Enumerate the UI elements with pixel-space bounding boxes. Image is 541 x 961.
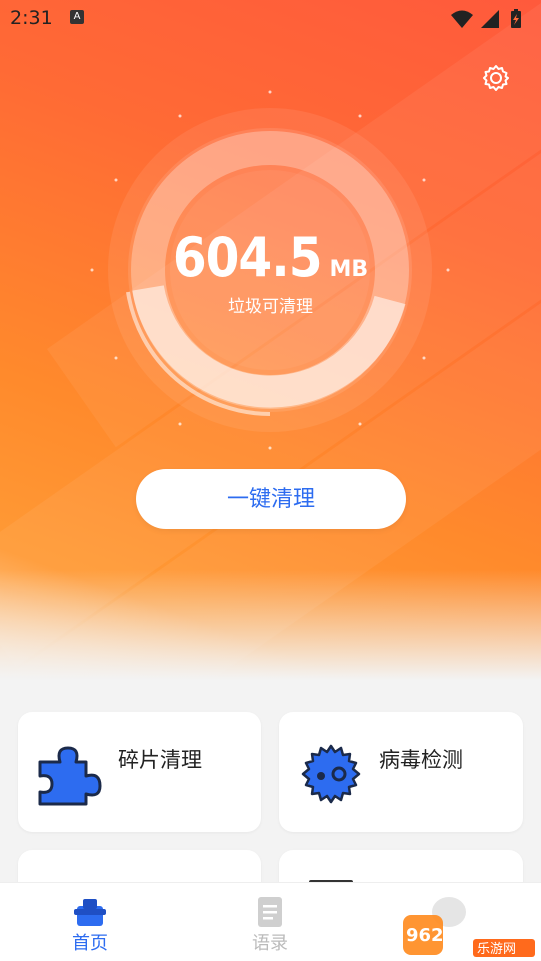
settings-gear-icon[interactable]: [482, 64, 510, 92]
svg-text:乐游网: 乐游网: [477, 942, 516, 957]
tab-quotes[interactable]: 语录: [220, 883, 320, 961]
home-icon: [73, 897, 107, 927]
status-icons: [449, 8, 529, 34]
tab-quotes-label: 语录: [252, 933, 288, 954]
junk-size-unit: MB: [329, 257, 369, 282]
tab-home-label: 首页: [72, 933, 108, 954]
tab-home[interactable]: 首页: [40, 883, 140, 961]
card-virus-label: 病毒检测: [379, 748, 463, 772]
puzzle-icon: [38, 742, 102, 806]
one-key-clean-button[interactable]: 一键清理: [136, 469, 406, 529]
card-fragment-clean[interactable]: 碎片清理: [18, 712, 261, 832]
status-bar: 2:31 A: [0, 0, 541, 36]
junk-label: 垃圾可清理: [228, 297, 313, 317]
gear-virus-icon: [299, 742, 363, 806]
card-virus-scan[interactable]: 病毒检测: [279, 712, 523, 832]
battery-icon: [511, 9, 521, 28]
watermark-logo: 962.NET 乐游网: [403, 913, 535, 957]
notification-a-icon: A: [70, 10, 84, 24]
card-fragment-label: 碎片清理: [118, 748, 202, 772]
signal-icon: [481, 10, 499, 28]
junk-size-display: 604.5 MB: [0, 226, 541, 289]
status-time: 2:31: [10, 7, 53, 29]
wifi-icon: [451, 10, 473, 28]
junk-size-value: 604.5: [172, 226, 323, 289]
document-icon: [253, 897, 287, 927]
